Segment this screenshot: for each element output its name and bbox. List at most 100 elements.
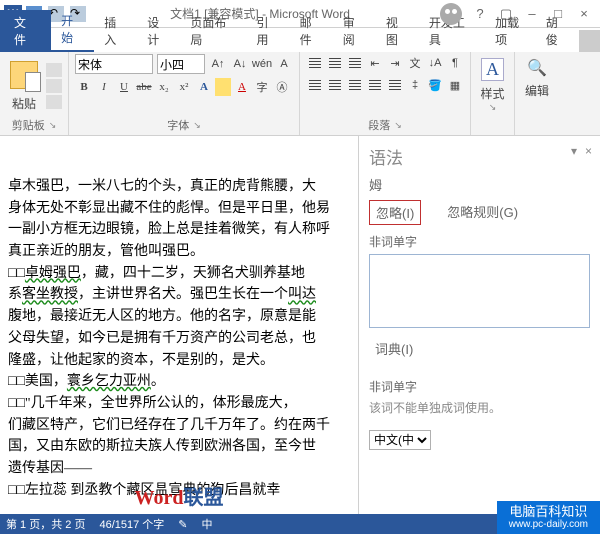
styles-label: 样式 <box>480 85 504 102</box>
char-shading-icon[interactable]: 字 <box>253 78 271 96</box>
align-right-icon[interactable] <box>346 76 364 94</box>
multilevel-icon[interactable] <box>346 54 364 72</box>
ignore-button[interactable]: 忽略(I) <box>369 200 421 225</box>
ribbon-tabs: 文件 开始 插入 设计 页面布局 引用 邮件 审阅 视图 开发工具 加载项 胡俊 <box>0 28 600 52</box>
avatar-icon[interactable] <box>579 30 600 52</box>
phonetic-guide-icon[interactable]: wén <box>253 55 271 73</box>
ignore-rule-button[interactable]: 忽略规则(G) <box>441 200 524 225</box>
grow-font-icon[interactable]: A↑ <box>209 55 227 73</box>
panel-subject: 姆 <box>369 175 590 194</box>
format-painter-icon[interactable] <box>46 95 62 109</box>
font-size-combo[interactable] <box>157 54 205 74</box>
account-name[interactable]: 胡俊 <box>540 10 575 52</box>
bold-button[interactable]: B <box>75 78 93 96</box>
status-page[interactable]: 第 1 页，共 2 页 <box>6 516 85 532</box>
paste-button[interactable]: 粘贴 <box>6 59 42 112</box>
line: 身体无处不彰显出藏不住的彪悍。但是平日里，他易 <box>8 198 358 220</box>
site-watermark: 电脑百科知识 www.pc-daily.com <box>497 501 600 534</box>
decrease-indent-icon[interactable]: ⇤ <box>366 54 384 72</box>
tab-view[interactable]: 视图 <box>376 10 419 52</box>
shrink-font-icon[interactable]: A↓ <box>231 55 249 73</box>
work-area: 卓木强巴，一米八七的个头，真正的虎背熊腰，大 身体无处不彰显出藏不住的彪悍。但是… <box>0 136 600 514</box>
enclose-char-icon[interactable]: Ⓐ <box>273 78 291 96</box>
char-border-icon[interactable]: A <box>275 55 293 73</box>
status-language[interactable]: 中 <box>202 516 213 532</box>
line: □□"几千年来，全世界所公认的，体形最庞大， <box>8 393 358 415</box>
ribbon: 粘贴 剪贴板↘ A↑ A↓ wén A B I U ab <box>0 52 600 136</box>
editing-group: 🔍 编辑 <box>515 52 559 135</box>
text-effects-button[interactable]: A <box>195 78 213 96</box>
font-group-label: 字体 <box>167 117 189 133</box>
panel-close-icon[interactable]: × <box>585 144 592 158</box>
paragraph-launcher-icon[interactable]: ↘ <box>394 120 402 131</box>
styles-group: A 样式 ↘ <box>471 52 515 135</box>
clipboard-group: 粘贴 剪贴板 ↘ <box>0 52 69 135</box>
close-icon[interactable]: × <box>572 4 596 24</box>
styles-glyph-icon: A <box>481 58 504 81</box>
tab-design[interactable]: 设计 <box>137 10 180 52</box>
find-icon: 🔍 <box>527 58 547 78</box>
subscript-button[interactable]: x₂ <box>155 78 173 96</box>
tab-mailings[interactable]: 邮件 <box>290 10 333 52</box>
font-launcher-icon[interactable]: ↘ <box>193 120 201 131</box>
line: 一副小方框无边眼镜，脸上总是挂着微笑，有人称呼 <box>8 219 358 241</box>
paragraph-group-label: 段落 <box>368 117 390 133</box>
line: □□卓姆强巴，藏，四十二岁，天狮名犬驯养基地 <box>8 263 358 285</box>
bullets-icon[interactable] <box>306 54 324 72</box>
increase-indent-icon[interactable]: ⇥ <box>386 54 404 72</box>
shading-icon[interactable]: 🪣 <box>426 76 444 94</box>
justify-icon[interactable] <box>366 76 384 94</box>
status-word-count[interactable]: 46/1517 个字 <box>99 516 164 532</box>
numbering-icon[interactable] <box>326 54 344 72</box>
font-color-button[interactable]: A <box>233 78 251 96</box>
editing-label: 编辑 <box>525 82 549 99</box>
panel-options-icon[interactable]: ▾ <box>571 144 577 158</box>
line-spacing-icon[interactable]: ‡ <box>406 76 424 94</box>
borders-icon[interactable]: ▦ <box>446 76 464 94</box>
tab-home[interactable]: 开始 <box>51 8 94 52</box>
copy-icon[interactable] <box>46 79 62 93</box>
tab-insert[interactable]: 插入 <box>94 10 137 52</box>
clipboard-icon <box>10 61 38 89</box>
superscript-button[interactable]: x² <box>175 78 193 96</box>
skull-decoration-icon <box>440 3 462 25</box>
tab-review[interactable]: 审阅 <box>333 10 376 52</box>
paragraph-group: ⇤ ⇥ 文 ↓A ¶ ‡ 🪣 ▦ 段落 ↘ <box>300 52 471 135</box>
document-text: 卓木强巴，一米八七的个头，真正的虎背熊腰，大 身体无处不彰显出藏不住的彪悍。但是… <box>8 176 358 501</box>
language-select[interactable]: 中文(中 <box>369 430 431 450</box>
cut-icon[interactable] <box>46 63 62 77</box>
strikethrough-button[interactable]: abe <box>135 78 153 96</box>
styles-launcher-icon[interactable]: ↘ <box>489 102 497 113</box>
italic-button[interactable]: I <box>95 78 113 96</box>
tab-references[interactable]: 引用 <box>247 10 290 52</box>
distribute-icon[interactable] <box>386 76 404 94</box>
asian-layout-icon[interactable]: 文 <box>406 54 424 72</box>
file-tab[interactable]: 文件 <box>0 10 51 52</box>
font-name-combo[interactable] <box>75 54 153 74</box>
document-canvas[interactable]: 卓木强巴，一米八七的个头，真正的虎背熊腰，大 身体无处不彰显出藏不住的彪悍。但是… <box>0 136 358 514</box>
line: 遗传基因—— <box>8 458 358 480</box>
site-url: www.pc-daily.com <box>509 519 588 530</box>
section-heading-1: 非词单字 <box>369 233 590 250</box>
align-center-icon[interactable] <box>326 76 344 94</box>
paste-label: 粘贴 <box>12 95 36 112</box>
highlight-button[interactable] <box>215 78 231 96</box>
panel-title: 语法 <box>369 144 590 169</box>
tab-addins[interactable]: 加载项 <box>485 10 540 52</box>
line: 隆盛，让他起家的资本，不是别的，是犬。 <box>8 350 358 372</box>
align-left-icon[interactable] <box>306 76 324 94</box>
underline-button[interactable]: U <box>115 78 133 96</box>
status-proofing-icon[interactable]: ✎ <box>178 518 187 531</box>
site-name: 电脑百科知识 <box>509 505 587 519</box>
show-marks-icon[interactable]: ¶ <box>446 54 464 72</box>
editing-button[interactable]: 🔍 编辑 <box>521 54 553 99</box>
sort-icon[interactable]: ↓A <box>426 54 444 72</box>
clipboard-launcher-icon[interactable]: ↘ <box>49 120 57 131</box>
line: 父母失望，如今已是拥有千万资产的公司老总，也 <box>8 328 358 350</box>
dictionary-button[interactable]: 词典(I) <box>369 340 419 359</box>
clipboard-group-label: 剪贴板 <box>12 117 45 133</box>
tab-layout[interactable]: 页面布局 <box>180 10 246 52</box>
grammar-panel: ▾ × 语法 姆 忽略(I) 忽略规则(G) 非词单字 词典(I) 非词单字 该… <box>358 136 600 514</box>
styles-button[interactable]: A 样式 <box>477 54 508 102</box>
suggestions-box[interactable] <box>369 254 590 328</box>
